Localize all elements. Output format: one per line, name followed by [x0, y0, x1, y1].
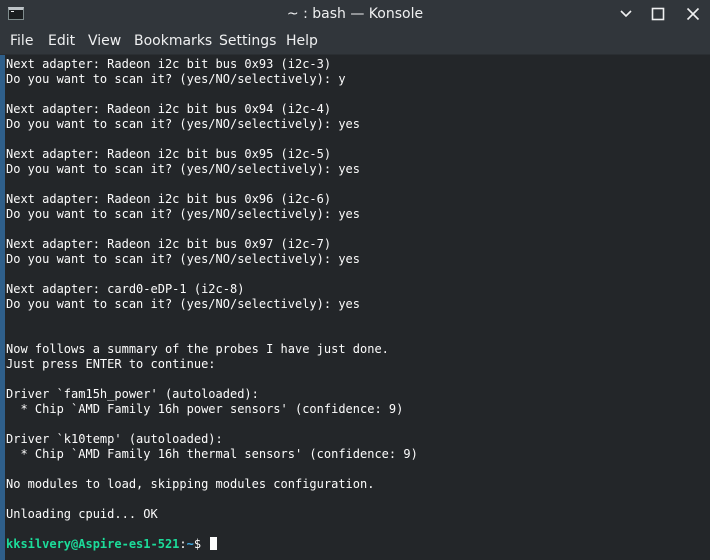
prompt-symbol: $	[193, 537, 209, 551]
menu-file[interactable]: File	[8, 28, 35, 54]
chevron-down-icon	[620, 10, 632, 18]
close-icon	[686, 7, 700, 21]
window-title: ~ : bash — Konsole	[286, 6, 424, 22]
close-button[interactable]	[675, 0, 710, 28]
konsole-window: ~ : bash — Konsole File Edit View Bookma…	[0, 0, 710, 560]
terminal-line: Next adapter: Radeon i2c bit bus 0x94 (i…	[6, 102, 332, 116]
square-icon	[651, 7, 665, 21]
menu-bookmarks[interactable]: Bookmarks	[132, 28, 214, 54]
terminal-line: Do you want to scan it? (yes/NO/selectiv…	[6, 207, 361, 221]
terminal-line: No modules to load, skipping modules con…	[6, 477, 375, 491]
text-cursor	[210, 537, 218, 550]
terminal-line: * Chip `AMD Family 16h power sensors' (c…	[6, 402, 404, 416]
terminal-line: Do you want to scan it? (yes/NO/selectiv…	[6, 72, 346, 86]
terminal-line: Now follows a summary of the probes I ha…	[6, 342, 389, 356]
terminal-line: Driver `k10temp' (autoloaded):	[6, 432, 223, 446]
terminal-line: Do you want to scan it? (yes/NO/selectiv…	[6, 117, 361, 131]
terminal-line: Next adapter: card0-eDP-1 (i2c-8)	[6, 282, 245, 296]
terminal-line: Driver `fam15h_power' (autoloaded):	[6, 387, 259, 401]
maximize-button[interactable]	[640, 0, 676, 28]
title-bar[interactable]: ~ : bash — Konsole	[0, 0, 710, 28]
terminal-output: Next adapter: Radeon i2c bit bus 0x93 (i…	[6, 57, 418, 522]
prompt-path: ~	[186, 537, 194, 551]
terminal-line: Next adapter: Radeon i2c bit bus 0x95 (i…	[6, 147, 332, 161]
terminal-line: Do you want to scan it? (yes/NO/selectiv…	[6, 162, 361, 176]
terminal-accent-bar	[0, 55, 5, 560]
shell-prompt[interactable]: kksilvery@Aspire-es1-521:~$	[6, 537, 218, 552]
terminal-line: * Chip `AMD Family 16h thermal sensors' …	[6, 447, 418, 461]
menu-view[interactable]: View	[86, 28, 123, 54]
terminal-line: Next adapter: Radeon i2c bit bus 0x97 (i…	[6, 237, 332, 251]
terminal-line: Unloading cpuid... OK	[6, 507, 158, 521]
terminal-view[interactable]: Next adapter: Radeon i2c bit bus 0x93 (i…	[0, 55, 710, 560]
menu-edit[interactable]: Edit	[46, 28, 77, 54]
prompt-separator: :	[179, 537, 187, 551]
terminal-line: Next adapter: Radeon i2c bit bus 0x96 (i…	[6, 192, 332, 206]
terminal-line: Just press ENTER to continue:	[6, 357, 216, 371]
terminal-line: Do you want to scan it? (yes/NO/selectiv…	[6, 252, 361, 266]
minimize-button[interactable]	[608, 0, 644, 28]
menu-settings[interactable]: Settings	[217, 28, 278, 54]
terminal-line: Next adapter: Radeon i2c bit bus 0x93 (i…	[6, 57, 332, 71]
terminal-line: Do you want to scan it? (yes/NO/selectiv…	[6, 297, 361, 311]
prompt-user-host: kksilvery@Aspire-es1-521	[6, 537, 180, 551]
menu-bar: File Edit View Bookmarks Settings Help	[0, 28, 710, 55]
menu-help[interactable]: Help	[284, 28, 320, 54]
